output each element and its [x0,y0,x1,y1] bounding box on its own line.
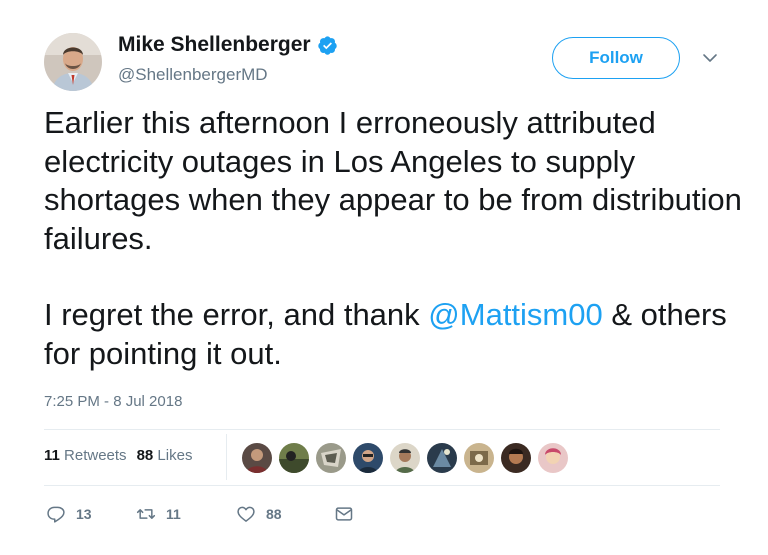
stats-separator [226,434,227,480]
follow-button[interactable]: Follow [552,37,680,79]
retweet-count: 11 [166,506,181,522]
chevron-down-icon[interactable] [702,50,718,66]
tweet-timestamp[interactable]: 7:25 PM - 8 Jul 2018 [44,393,182,410]
divider-bottom [44,485,720,486]
like-button[interactable]: 88 [236,504,334,524]
tweet-paragraph-2-start: I regret the error, and thank [44,297,429,332]
liker-avatar[interactable] [351,441,385,475]
liker-avatar[interactable] [536,441,570,475]
retweets-label: Retweets [64,447,127,464]
liker-avatar[interactable] [462,441,496,475]
engagement-stats: 11 Retweets 88 Likes [44,447,202,464]
likes-stat[interactable]: 88 Likes [137,447,193,464]
envelope-icon [335,507,353,521]
direct-message-button[interactable] [334,504,354,524]
reply-count: 13 [76,506,92,522]
retweets-stat[interactable]: 11 Retweets [44,447,127,464]
like-count: 88 [266,506,282,522]
liker-avatar[interactable] [499,441,533,475]
author-name[interactable]: Mike Shellenberger [118,33,311,57]
retweet-button[interactable]: 11 [136,504,236,524]
tweet-actions: 13 11 88 [46,504,354,524]
likes-count: 88 [136,447,154,464]
heart-icon [237,506,255,522]
liker-avatar[interactable] [314,441,348,475]
liker-avatars [240,441,573,475]
mention-link[interactable]: @Mattism00 [428,297,602,332]
likes-label: Likes [157,447,193,464]
author-avatar[interactable] [44,33,102,91]
liker-avatar[interactable] [388,441,422,475]
tweet-paragraph-1: Earlier this afternoon I erroneously att… [44,105,742,256]
liker-avatar[interactable] [240,441,274,475]
tweet-text: Earlier this afternoon I erroneously att… [44,104,744,373]
reply-icon [47,506,65,523]
author-handle[interactable]: @ShellenbergerMD [118,65,268,85]
verified-badge-icon [317,35,337,55]
retweets-count: 11 [44,447,60,464]
liker-avatar[interactable] [425,441,459,475]
liker-avatar[interactable] [277,441,311,475]
divider-top [44,429,720,430]
reply-button[interactable]: 13 [46,504,136,524]
retweet-icon [136,509,156,519]
tweet-paragraph-2: I regret the error, and thank @Mattism00… [44,296,744,373]
author-name-row: Mike Shellenberger [118,33,338,57]
